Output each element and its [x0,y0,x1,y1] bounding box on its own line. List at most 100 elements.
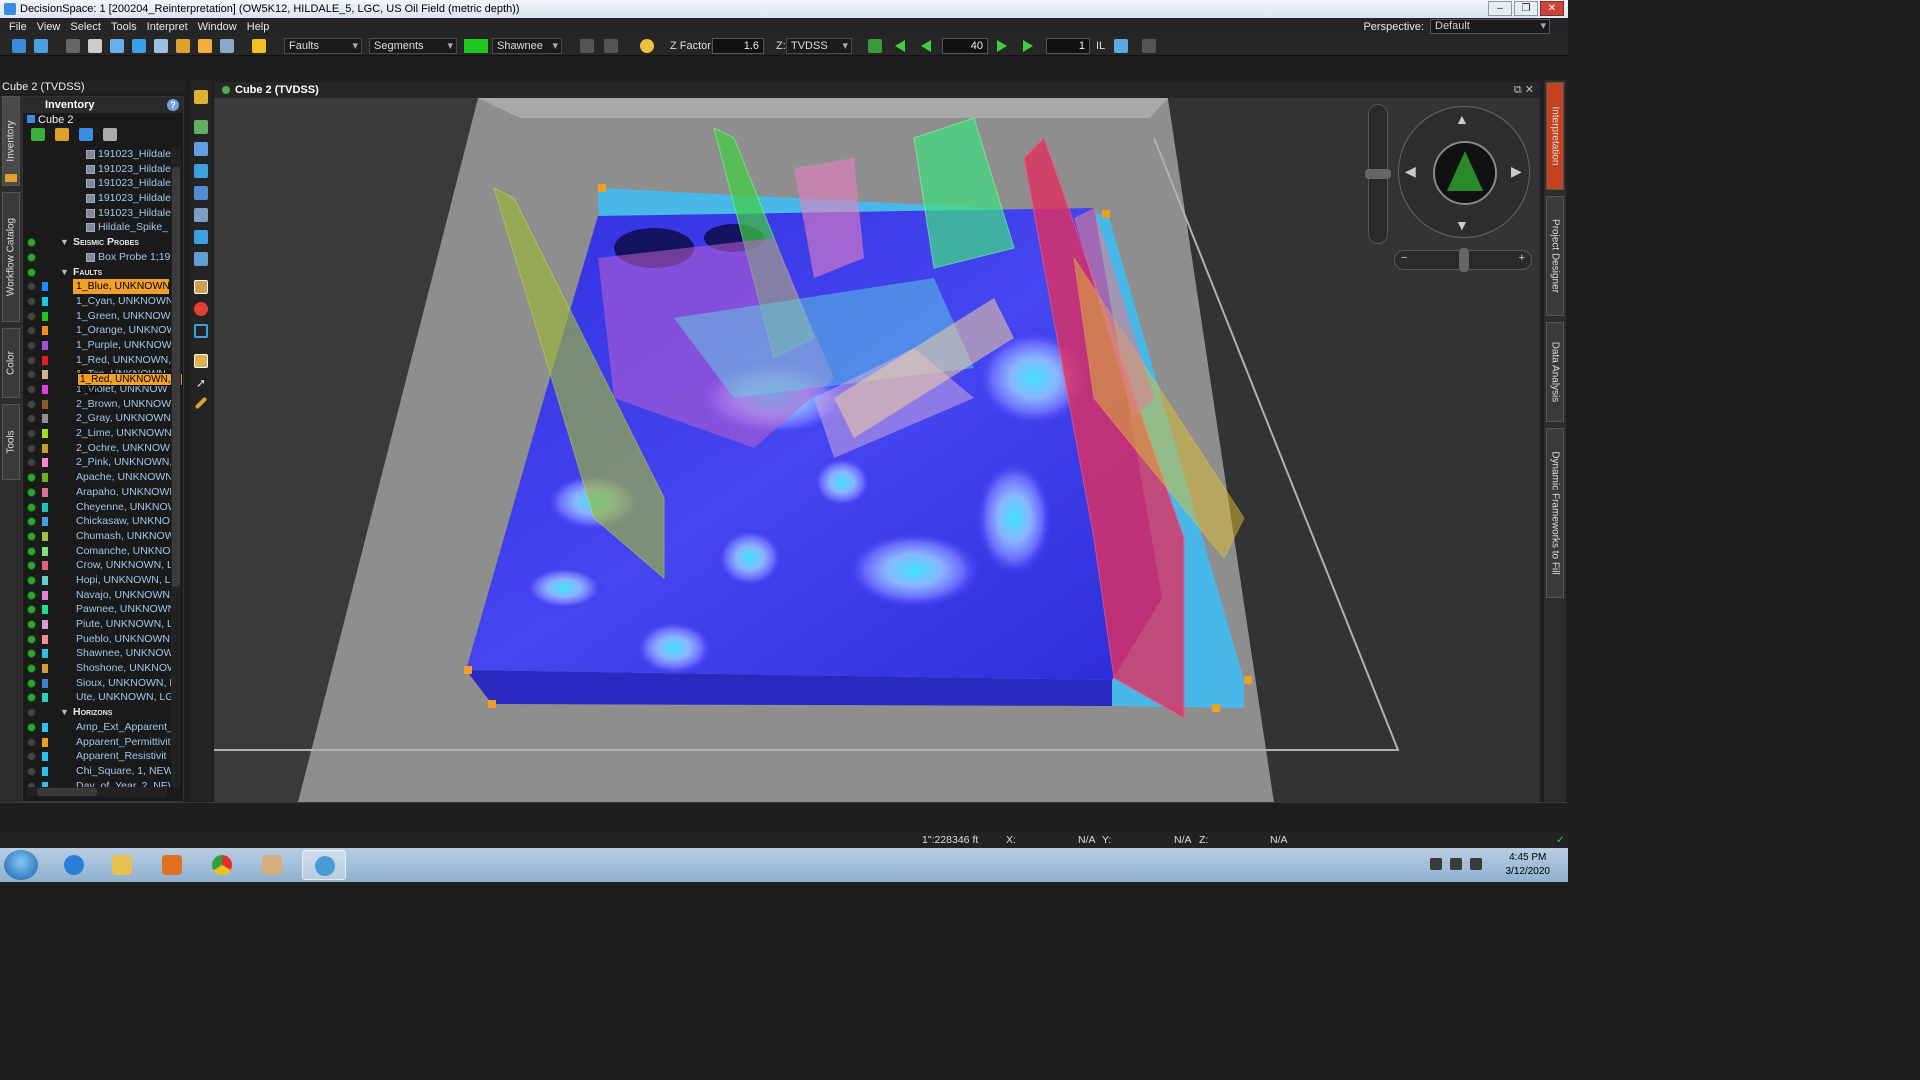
visibility-toggle[interactable] [27,385,36,394]
visibility-toggle[interactable] [27,443,36,453]
tree-item-fault[interactable]: Pueblo, UNKNOWN [23,632,171,647]
tree-item-fault[interactable]: 2_Lime, UNKNOWN [23,426,171,441]
cube-handle[interactable] [464,666,472,674]
tree-item-fault[interactable]: Comanche, UNKNO [23,544,171,559]
visibility-toggle[interactable] [27,458,36,468]
visibility-toggle[interactable] [27,664,36,674]
square-icon[interactable] [194,324,208,338]
taskbar-decisionspace[interactable] [302,850,346,880]
tree-item-fault[interactable]: Arapaho, UNKNOWN [23,485,171,500]
z-domain-select[interactable]: TVDSS [786,38,852,54]
tree-item-horizon[interactable]: Chi_Square, 1, NEW [23,764,171,779]
new-icon[interactable] [12,39,26,53]
tree-item-seismic-volume[interactable]: 191023_Hildale [23,191,171,206]
restore-button[interactable]: ❐ [1514,1,1538,16]
visibility-toggle[interactable] [27,722,36,732]
view-icon[interactable] [194,186,208,200]
tree-item-fault[interactable]: Piute, UNKNOWN, L [23,617,171,632]
expand-icon[interactable] [79,128,93,141]
visibility-toggle[interactable] [27,502,36,512]
cube-handle[interactable] [1212,704,1220,712]
minimize-button[interactable]: – [1488,1,1512,16]
rotate-icon[interactable] [194,164,208,178]
orbit-up-icon[interactable]: ▲ [1455,111,1469,127]
tilt-slider[interactable] [1365,104,1391,244]
tree-item-probe[interactable]: Box Probe 1;1910 [23,250,171,265]
tree-item-fault[interactable]: Crow, UNKNOWN, L [23,558,171,573]
pencil-tool-icon[interactable] [194,396,208,410]
visibility-toggle[interactable] [27,575,36,585]
zfactor-input[interactable]: 1.6 [712,38,764,54]
tree-item-fault[interactable]: Navajo, UNKNOWN, [23,588,171,603]
tilt-slider-thumb[interactable] [1365,169,1391,179]
tree-item-horizon[interactable]: Day_of_Year, 2, NEW [23,779,171,787]
tree-item-fault[interactable]: 2_Brown, UNKNOW [23,397,171,412]
expand-arrow-icon[interactable]: ▼ [60,705,69,720]
tree-item-fault[interactable]: Chickasaw, UNKNO [23,514,171,529]
tree-item-fault[interactable]: Pawnee, UNKNOWN [23,602,171,617]
zoom-in-icon[interactable]: + [1519,252,1525,264]
tree-section-horizons[interactable]: ▼ Horizons [23,705,171,720]
visibility-toggle[interactable] [27,326,36,336]
tree-item-fault[interactable]: 2_Gray, UNKNOWN [23,411,171,426]
visibility-toggle[interactable] [27,531,36,541]
viewer-window-controls[interactable]: ⧉ ✕ [1514,82,1534,98]
pencil-icon[interactable] [252,39,266,53]
fit-icon[interactable] [868,39,882,53]
object-type-select[interactable]: Faults [284,38,362,54]
cube-handle[interactable] [1244,676,1252,684]
tree-item-horizon[interactable]: Apparent_Resistivit [23,749,171,764]
copy-icon[interactable] [88,39,102,53]
orbit-left-icon[interactable]: ◀ [1405,163,1416,180]
tree-item-horizon[interactable]: Amp_Ext_Apparent_ [23,720,171,735]
zoom-out-icon[interactable]: − [1401,252,1407,264]
visibility-toggle[interactable] [27,355,36,365]
volume-icon[interactable] [1430,858,1442,870]
visibility-toggle[interactable] [27,752,36,762]
tree-vertical-scrollbar[interactable] [171,147,181,787]
hand-icon[interactable] [194,354,208,368]
taskbar-media[interactable] [150,850,194,880]
record-icon[interactable] [194,302,208,316]
visibility-toggle[interactable] [27,267,36,277]
taskbar-chrome[interactable] [200,850,244,880]
tree-section-faults[interactable]: ▼ Faults [23,265,171,280]
tree-item-fault[interactable]: 1_Green, UNKNOWN [23,309,171,324]
zoom-slider[interactable]: − + [1394,248,1532,272]
save-icon[interactable] [66,39,80,53]
move-icon[interactable] [176,39,190,53]
tree-item-fault[interactable]: 1_Orange, UNKNOW [23,323,171,338]
close-button[interactable]: ✕ [1540,1,1564,16]
visibility-toggle[interactable] [27,546,36,556]
visibility-toggle[interactable] [27,252,36,262]
visibility-toggle[interactable] [27,399,36,409]
line-number-input[interactable]: 1 [1046,38,1090,54]
orbit-right-icon[interactable]: ▶ [1511,163,1522,180]
box-icon[interactable] [194,230,208,244]
visibility-toggle[interactable] [27,620,36,629]
visibility-toggle[interactable] [27,414,36,424]
slice-icon[interactable] [194,208,208,222]
visibility-toggle[interactable] [27,429,36,439]
probe-icon[interactable] [194,252,208,266]
orbit-center-button[interactable] [1433,141,1497,205]
visibility-toggle[interactable] [27,678,36,688]
zoom-slider-thumb[interactable] [1459,248,1469,272]
sphere-icon[interactable] [132,39,146,53]
import-icon[interactable] [110,39,124,53]
menu-window[interactable]: Window [193,21,242,33]
perspective-dropdown[interactable]: Default [1430,19,1550,34]
tab-color[interactable]: Color [2,328,20,398]
expand-arrow-icon[interactable]: ▼ [60,265,69,280]
tab-data-analysis[interactable]: Data Analysis [1546,322,1564,422]
visibility-toggle[interactable] [27,766,36,776]
active-fault-select[interactable]: Shawnee [492,38,562,54]
tab-tools[interactable]: Tools [2,404,20,480]
open-icon[interactable] [34,39,48,53]
visibility-toggle[interactable] [27,561,36,571]
tree-item-fault[interactable]: 2_Ochre, UNKNOW [23,441,171,456]
system-clock[interactable]: 4:45 PM 3/12/2020 [1506,851,1551,879]
zoom-icon[interactable] [194,142,208,156]
tree-item-fault[interactable]: 1_Purple, UNKNOW [23,338,171,353]
tree-item-fault[interactable]: 1_Red, UNKNOWN, [23,353,171,368]
